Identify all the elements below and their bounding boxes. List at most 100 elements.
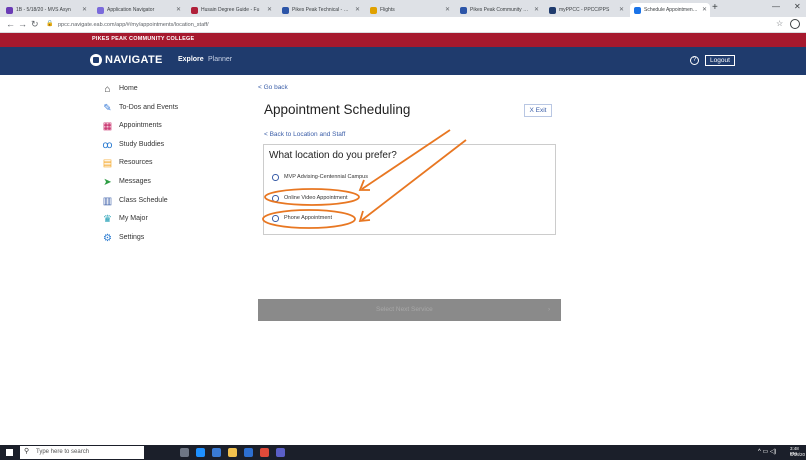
tab-label: Husain Degree Guide - Fu [201, 7, 260, 13]
app-header: NAVIGATE Explore Planner ? Logout [0, 47, 806, 75]
address-bar[interactable]: 🔒 ppcc.navigate.eab.com/app/#/my/appoint… [44, 19, 764, 31]
tab-close-icon[interactable]: ✕ [82, 3, 87, 17]
sidebar-nav: ⌂ Home ✎ To-Dos and Events ▦ Appointments ꝏ Stu… [100, 83, 240, 250]
tab-close-icon[interactable]: ✕ [445, 3, 450, 17]
teams-icon[interactable] [276, 448, 285, 457]
tab-favicon-icon [370, 7, 377, 14]
taskbar-search-placeholder: Type here to search [36, 449, 90, 455]
sidebar-item-label: Class Schedule [119, 196, 168, 204]
store-icon[interactable] [244, 448, 253, 457]
radio-button[interactable] [272, 195, 279, 202]
schedule-icon: ▥ [102, 195, 113, 207]
tab-close-icon[interactable]: ✕ [267, 3, 272, 17]
sidebar-item-appointments[interactable]: ▦ Appointments [100, 120, 240, 139]
profile-avatar-icon[interactable] [790, 19, 800, 29]
sidebar-item-label: Resources [119, 159, 153, 167]
browser-tab[interactable]: Pikes Peak Community Coll ✕ [456, 3, 542, 17]
tab-close-icon[interactable]: ✕ [355, 3, 360, 17]
brand-name[interactable]: NAVIGATE [105, 54, 163, 66]
browser-tab-strip: 1B - 5/18/20 - MVS Asyn ✕ Application Navi… [0, 0, 806, 17]
select-next-service-label: Select Next Service [376, 306, 433, 313]
sidebar-item-label: My Major [119, 215, 148, 223]
url-text: ppcc.navigate.eab.com/app/#/my/appointme… [58, 22, 209, 28]
browser-tab[interactable]: Flights ✕ [366, 3, 453, 17]
new-tab-button[interactable]: + [712, 2, 718, 13]
browser-tab[interactable]: 1B - 5/18/20 - MVS Asyn ✕ [2, 3, 90, 17]
browser-tab[interactable]: myPPCC - PPCC/PPS ✕ [545, 3, 627, 17]
home-icon: ⌂ [104, 84, 111, 95]
sidebar-item-label: Appointments [119, 122, 162, 130]
sidebar-item-home[interactable]: ⌂ Home [100, 83, 240, 102]
tab-close-icon[interactable]: ✕ [702, 3, 707, 17]
search-icon: ⚲ [24, 448, 30, 455]
navigate-logo-icon[interactable] [90, 54, 102, 66]
radio-button[interactable] [272, 215, 279, 222]
sidebar-item-to-dos-and-events[interactable]: ✎ To-Dos and Events [100, 102, 240, 121]
tab-label: Application Navigator [107, 7, 155, 13]
go-back-link[interactable]: < Go back [258, 84, 288, 91]
sidebar-item-label: Settings [119, 233, 145, 241]
sidebar-item-class-schedule[interactable]: ▥ Class Schedule [100, 195, 240, 214]
calendar-icon: ▦ [102, 121, 113, 133]
sidebar-item-resources[interactable]: ▤ Resources [100, 157, 240, 176]
tab-close-icon[interactable]: ✕ [176, 3, 181, 17]
browser-tab[interactable]: Application Navigator ✕ [93, 3, 184, 17]
college-name: PIKES PEAK COMMUNITY COLLEGE [92, 36, 195, 42]
tab-close-icon[interactable]: ✕ [619, 3, 624, 17]
task-view-icon[interactable] [180, 448, 189, 457]
system-tray-icons[interactable]: ^ ▭ ◁) [758, 448, 776, 455]
radio-button[interactable] [272, 174, 279, 181]
back-to-location-link[interactable]: < Back to Location and Staff [264, 131, 345, 138]
tab-favicon-icon [460, 7, 467, 14]
sidebar-item-messages[interactable]: ➤ Messages [100, 176, 240, 195]
tab-favicon-icon [97, 7, 104, 14]
browser-tab[interactable]: Pikes Peak Technical - Level I ✕ [278, 3, 363, 17]
gear-icon: ⚙ [103, 232, 112, 244]
tab-label: Pikes Peak Technical - Level I [292, 7, 359, 13]
chevron-right-icon: › [548, 306, 551, 313]
graduation-cap-icon: ♛ [103, 214, 112, 226]
logout-button[interactable]: Logout [705, 55, 735, 66]
tab-label: Flights [380, 7, 395, 13]
tab-label: Pikes Peak Community Coll [470, 7, 532, 13]
clock-date: 5/18/20 [790, 452, 806, 457]
tab-favicon-icon [191, 7, 198, 14]
help-icon[interactable]: ? [690, 56, 699, 65]
minimize-icon[interactable]: — [772, 2, 780, 11]
tab-favicon-icon [634, 7, 641, 14]
tab-label: myPPCC - PPCC/PPS [559, 7, 610, 13]
taskbar-search[interactable]: ⚲ Type here to search [20, 446, 144, 459]
sidebar-item-settings[interactable]: ⚙ Settings [100, 232, 240, 251]
nav-planner[interactable]: Planner [208, 56, 232, 63]
nav-explore[interactable]: Explore [178, 56, 204, 63]
college-banner: PIKES PEAK COMMUNITY COLLEGE [0, 33, 806, 47]
edge-icon[interactable] [196, 448, 205, 457]
tab-favicon-icon [6, 7, 13, 14]
forward-arrow-icon[interactable]: → [18, 19, 27, 29]
option-label: Phone Appointment [284, 215, 333, 221]
people-icon: ꝏ [102, 139, 113, 151]
sidebar-item-my-major[interactable]: ♛ My Major [100, 213, 240, 232]
windows-taskbar: ⚲ Type here to search ^ ▭ ◁) 3:48 PM 5/1… [0, 445, 806, 460]
option-label: MVP Advising-Centennial Campus [284, 174, 368, 180]
tab-favicon-icon [282, 7, 289, 14]
tab-label: 1B - 5/18/20 - MVS Asyn [16, 7, 71, 13]
tab-favicon-icon [549, 7, 556, 14]
sidebar-item-label: Study Buddies [119, 140, 165, 148]
windows-start-icon[interactable] [6, 449, 13, 456]
back-arrow-icon[interactable]: ← [6, 19, 15, 29]
mail-icon[interactable] [212, 448, 221, 457]
send-icon: ➤ [103, 176, 112, 188]
exit-button[interactable]: X Exit [524, 104, 552, 117]
browser-tab[interactable]: Schedule Appointment | Na ✕ [630, 3, 710, 17]
tab-close-icon[interactable]: ✕ [534, 3, 539, 17]
file-explorer-icon[interactable] [228, 448, 237, 457]
browser-tab[interactable]: Husain Degree Guide - Fu ✕ [187, 3, 275, 17]
select-next-service-button[interactable]: Select Next Service › [258, 299, 561, 321]
resources-icon: ▤ [102, 158, 113, 170]
bookmark-star-icon[interactable]: ☆ [776, 19, 783, 28]
reload-icon[interactable]: ↻ [31, 19, 39, 30]
close-window-icon[interactable]: ✕ [794, 2, 801, 11]
sidebar-item-study-buddies[interactable]: ꝏ Study Buddies [100, 139, 240, 158]
chrome-icon[interactable] [260, 448, 269, 457]
